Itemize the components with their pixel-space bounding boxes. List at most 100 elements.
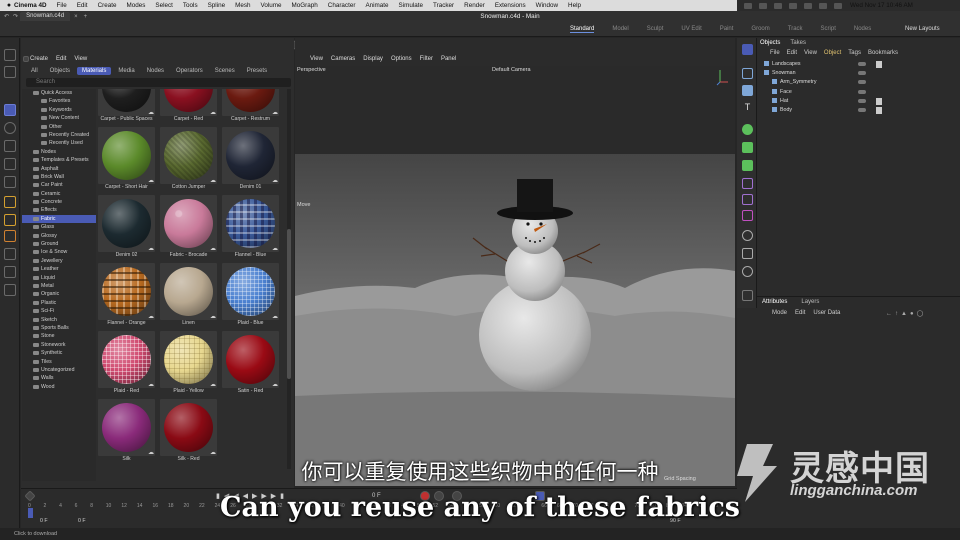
object-menu-object[interactable]: Object <box>824 50 841 56</box>
menu-help[interactable]: Help <box>568 2 581 9</box>
menu-spline[interactable]: Spline <box>208 2 226 9</box>
effector-icon[interactable] <box>742 160 753 171</box>
filter-nodes[interactable]: Nodes <box>142 67 169 75</box>
close-tab-icon[interactable]: × <box>74 14 78 20</box>
cloud-download-icon[interactable]: ☁ <box>272 381 278 388</box>
object-menu-file[interactable]: File <box>770 50 780 56</box>
move-tool-icon[interactable] <box>4 104 16 116</box>
object-row-landscapes[interactable]: Landscapes <box>762 60 882 69</box>
object-menu-view[interactable]: View <box>804 50 817 56</box>
camera-icon[interactable] <box>742 248 753 259</box>
visibility-toggle[interactable] <box>858 71 866 76</box>
category-glossy[interactable]: Glossy <box>22 232 96 240</box>
visibility-toggle[interactable] <box>858 80 866 85</box>
filter-scenes[interactable]: Scenes <box>210 67 240 75</box>
material-item[interactable]: ☁ Carpet - Short Hair <box>98 127 155 193</box>
category-quick-access[interactable]: Quick Access <box>22 89 96 97</box>
add-tab-icon[interactable]: + <box>84 14 88 20</box>
cloud-download-icon[interactable]: ☁ <box>272 313 278 320</box>
material-item[interactable]: ☁ Carpet - Red <box>160 89 217 125</box>
menu-mesh[interactable]: Mesh <box>235 2 250 9</box>
material-thumbnail[interactable]: ☁ <box>160 331 217 388</box>
spline-pen-icon[interactable] <box>4 196 16 208</box>
material-thumbnail[interactable]: ☁ <box>160 89 217 116</box>
category-leather[interactable]: Leather <box>22 265 96 273</box>
category-synthetic[interactable]: Synthetic <box>22 349 96 357</box>
dropbox-icon[interactable] <box>744 2 752 9</box>
material-thumbnail[interactable]: ☁ <box>160 127 217 184</box>
material-item[interactable]: ☁ Satin - Red <box>222 331 279 397</box>
material-item[interactable]: ☁ Cotton Jumper <box>160 127 217 193</box>
visibility-toggle[interactable] <box>858 98 866 103</box>
material-item[interactable]: ☁ Denim 01 <box>222 127 279 193</box>
cloud-download-icon[interactable]: ☁ <box>210 109 216 116</box>
asset-search-input[interactable]: Search <box>26 78 291 87</box>
material-thumbnail[interactable]: ☁ <box>98 127 155 184</box>
material-item[interactable]: ☁ Plaid - Yellow <box>160 331 217 397</box>
category-walls[interactable]: Walls <box>22 374 96 382</box>
category-concrete[interactable]: Concrete <box>22 198 96 206</box>
category-sports-balls[interactable]: Sports Balls <box>22 324 96 332</box>
material-thumbnail[interactable]: ☁ <box>160 399 217 456</box>
cloud-download-icon[interactable]: ☁ <box>148 381 154 388</box>
object-menu-bookmarks[interactable]: Bookmarks <box>868 50 898 56</box>
object-row-face[interactable]: Face <box>762 88 866 97</box>
visibility-toggle[interactable] <box>858 62 866 66</box>
category-effects[interactable]: Effects <box>22 206 96 214</box>
category-tiles[interactable]: Tiles <box>22 358 96 366</box>
category-favorites[interactable]: Favorites <box>22 97 96 105</box>
menu-animate[interactable]: Animate <box>365 2 388 9</box>
layout-tab-nodes[interactable]: Nodes <box>854 26 871 33</box>
layout-tab-sculpt[interactable]: Sculpt <box>647 26 664 33</box>
attributes-menu-edit[interactable]: Edit <box>795 310 805 316</box>
transform-tool-icon[interactable] <box>4 158 16 170</box>
deformer-icon[interactable] <box>742 178 753 189</box>
category-sci-fi[interactable]: Sci-Fi <box>22 307 96 315</box>
field-icon[interactable] <box>742 194 753 205</box>
object-menu-edit[interactable]: Edit <box>787 50 797 56</box>
cloud-download-icon[interactable]: ☁ <box>210 177 216 184</box>
layout-tab-model[interactable]: Model <box>612 26 628 33</box>
filter-media[interactable]: Media <box>113 67 139 75</box>
apple-icon[interactable]: ● <box>4 2 14 9</box>
material-item[interactable]: ☁ Linen <box>160 263 217 329</box>
cloud-icon[interactable] <box>759 2 767 9</box>
category-organic[interactable]: Organic <box>22 290 96 298</box>
tab-takes[interactable]: Takes <box>790 40 806 46</box>
material-thumbnail[interactable]: ☁ <box>222 195 279 252</box>
category-car-paint[interactable]: Car Paint <box>22 181 96 189</box>
cloud-download-icon[interactable]: ☁ <box>148 109 154 116</box>
cloud-download-icon[interactable]: ☁ <box>272 109 278 116</box>
screen-icon[interactable] <box>774 2 782 9</box>
asset-menu-view[interactable]: View <box>74 56 87 62</box>
layout-tab-script[interactable]: Script <box>821 26 836 33</box>
panel-grip-icon[interactable] <box>23 56 29 62</box>
object-row-snowman[interactable]: Snowman <box>762 69 866 78</box>
cloud-download-icon[interactable]: ☁ <box>272 177 278 184</box>
rotate-tool-icon[interactable] <box>4 122 16 134</box>
material-thumbnail[interactable]: ☁ <box>222 331 279 388</box>
cloner-icon[interactable] <box>742 142 753 153</box>
category-wood[interactable]: Wood <box>22 383 96 391</box>
asset-menu-edit[interactable]: Edit <box>56 56 66 62</box>
material-thumbnail[interactable]: ☁ <box>222 89 279 116</box>
cloud-download-icon[interactable]: ☁ <box>210 449 216 456</box>
viewport-menu-view[interactable]: View <box>310 56 323 62</box>
material-thumbnail[interactable]: ☁ <box>98 263 155 320</box>
viewport-menu-cameras[interactable]: Cameras <box>331 56 355 62</box>
attributes-menu-user-data[interactable]: User Data <box>813 310 840 316</box>
filter-all[interactable]: All <box>26 67 43 75</box>
filter-presets[interactable]: Presets <box>242 67 272 75</box>
category-jewellery[interactable]: Jewellery <box>22 257 96 265</box>
material-thumbnail[interactable]: ☁ <box>160 263 217 320</box>
menu-window[interactable]: Window <box>536 2 558 9</box>
camera-label[interactable]: Default Camera <box>492 67 531 73</box>
category-brick-wall[interactable]: Brick Wall <box>22 173 96 181</box>
cloud-download-icon[interactable]: ☁ <box>210 313 216 320</box>
category-asphalt[interactable]: Asphalt <box>22 165 96 173</box>
cloud-download-icon[interactable]: ☁ <box>210 245 216 252</box>
knife-icon[interactable] <box>4 248 16 260</box>
spline-icon[interactable] <box>742 210 753 221</box>
category-ice-snow[interactable]: Ice & Snow <box>22 248 96 256</box>
menu-render[interactable]: Render <box>464 2 485 9</box>
